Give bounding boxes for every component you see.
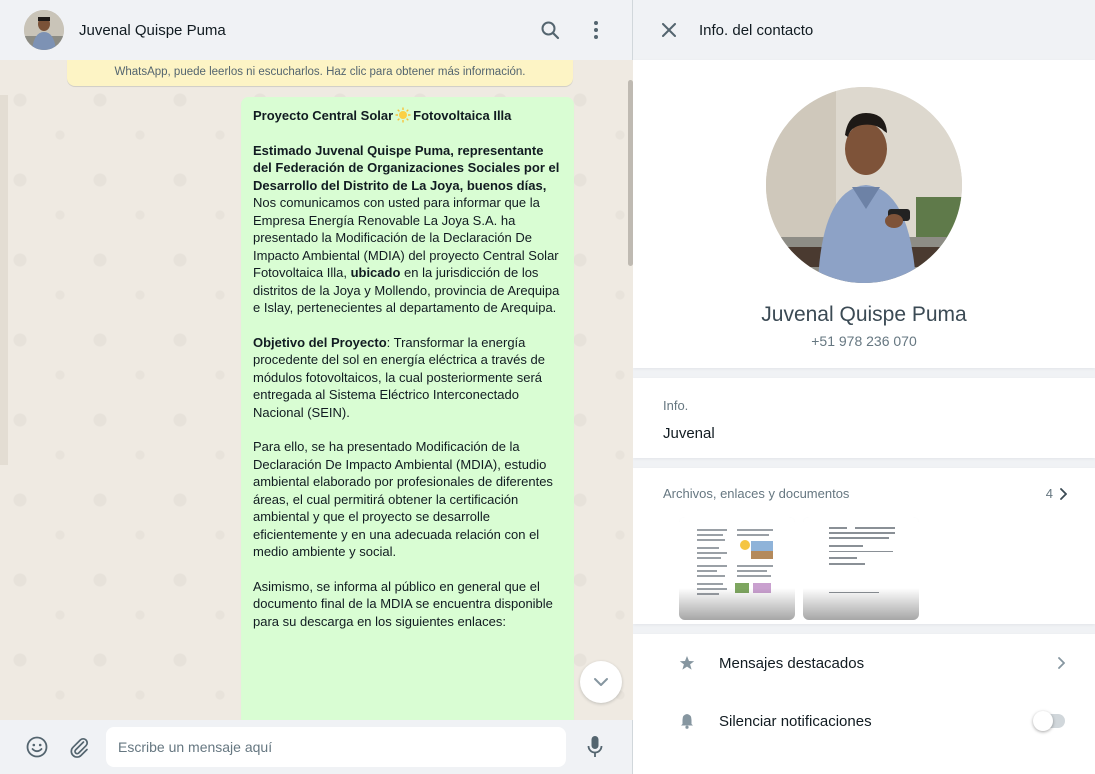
media-label: Archivos, enlaces y documentos — [663, 486, 850, 501]
close-icon[interactable] — [657, 18, 681, 42]
mute-notifications-row[interactable]: Silenciar notificaciones — [633, 692, 1095, 750]
greeting-text: Estimado Juvenal Quispe Puma, representa… — [253, 142, 560, 193]
incoming-message-edge — [0, 95, 8, 465]
message-greeting: Estimado Juvenal Quispe Puma, representa… — [253, 142, 564, 195]
media-thumbnail[interactable] — [679, 517, 795, 620]
profile-photo-image — [766, 87, 962, 283]
emoji-icon[interactable] — [20, 730, 54, 764]
media-section: Archivos, enlaces y documentos 4 — [633, 468, 1095, 624]
chevron-right-icon — [1060, 487, 1067, 500]
search-icon[interactable] — [530, 10, 570, 50]
star-icon — [677, 655, 697, 671]
options-section: Mensajes destacados Silenciar notificaci… — [633, 634, 1095, 774]
scroll-down-button[interactable] — [580, 661, 622, 703]
about-value: Juvenal — [663, 425, 715, 442]
starred-messages-label: Mensajes destacados — [719, 654, 865, 672]
avatar[interactable] — [24, 10, 64, 50]
media-count: 4 — [1045, 486, 1053, 501]
mute-toggle-knob — [1033, 711, 1053, 731]
contact-phone: +51 978 236 070 — [811, 333, 917, 349]
profile-section: Juvenal Quispe Puma +51 978 236 070 — [633, 60, 1095, 368]
chevron-down-icon — [594, 678, 608, 686]
encryption-notice[interactable]: WhatsApp, puede leerlos ni escucharlos. … — [67, 60, 573, 86]
mute-toggle[interactable] — [1033, 711, 1065, 731]
message-composer — [0, 720, 633, 774]
message-title-text-2: Fotovoltaica Illa — [413, 108, 512, 123]
message-objective: Objetivo del Proyecto: Transformar la en… — [253, 334, 564, 422]
contact-info-title: Info. del contacto — [699, 21, 814, 39]
media-header[interactable]: Archivos, enlaces y documentos 4 — [663, 486, 1067, 501]
starred-messages-row[interactable]: Mensajes destacados — [633, 634, 1095, 692]
contact-info-header: Info. del contacto — [633, 0, 1095, 60]
about-label: Info. — [663, 398, 689, 413]
message-title-text: Proyecto Central Solar — [253, 108, 394, 123]
sun-emoji-icon — [395, 107, 411, 123]
contact-name: Juvenal Quispe Puma — [761, 303, 967, 326]
avatar-photo — [24, 10, 64, 50]
chat-header[interactable]: Juvenal Quispe Puma — [0, 0, 633, 60]
message-title: Proyecto Central Solar Fotovoltaica Illa — [253, 107, 564, 125]
message-paragraph-4: Asimismo, se informa al público en gener… — [253, 578, 553, 629]
chat-pane: Juvenal Quispe Puma WhatsApp, puede leer… — [0, 0, 633, 774]
profile-photo[interactable] — [766, 87, 962, 283]
thumbnail-shade — [679, 588, 795, 620]
mute-notifications-label: Silenciar notificaciones — [719, 712, 872, 730]
about-section: Info. Juvenal — [633, 378, 1095, 458]
attach-icon[interactable] — [62, 730, 96, 764]
menu-icon[interactable] — [576, 10, 616, 50]
media-thumbnail[interactable] — [803, 517, 919, 620]
microphone-icon[interactable] — [578, 730, 612, 764]
media-count-link[interactable]: 4 — [1046, 486, 1067, 501]
objective-label: Objetivo del Proyecto — [253, 334, 387, 350]
thumbnail-shade — [803, 588, 919, 620]
message-bubble-outgoing[interactable]: Proyecto Central Solar Fotovoltaica Illa … — [241, 97, 574, 737]
intro-bold-text: ubicado — [350, 265, 401, 280]
message-paragraph-3: Para ello, se ha presentado Modificación… — [253, 439, 553, 559]
message-input[interactable] — [106, 727, 566, 767]
media-thumbnails — [663, 517, 1067, 620]
contact-info-pane: Info. del contacto Juvenal Quispe Puma +… — [633, 0, 1095, 774]
chevron-right-icon — [1058, 657, 1065, 669]
message-intro: Nos comunicamos con usted para informar … — [253, 194, 564, 317]
bell-icon — [677, 713, 697, 729]
chat-title[interactable]: Juvenal Quispe Puma — [79, 22, 530, 39]
